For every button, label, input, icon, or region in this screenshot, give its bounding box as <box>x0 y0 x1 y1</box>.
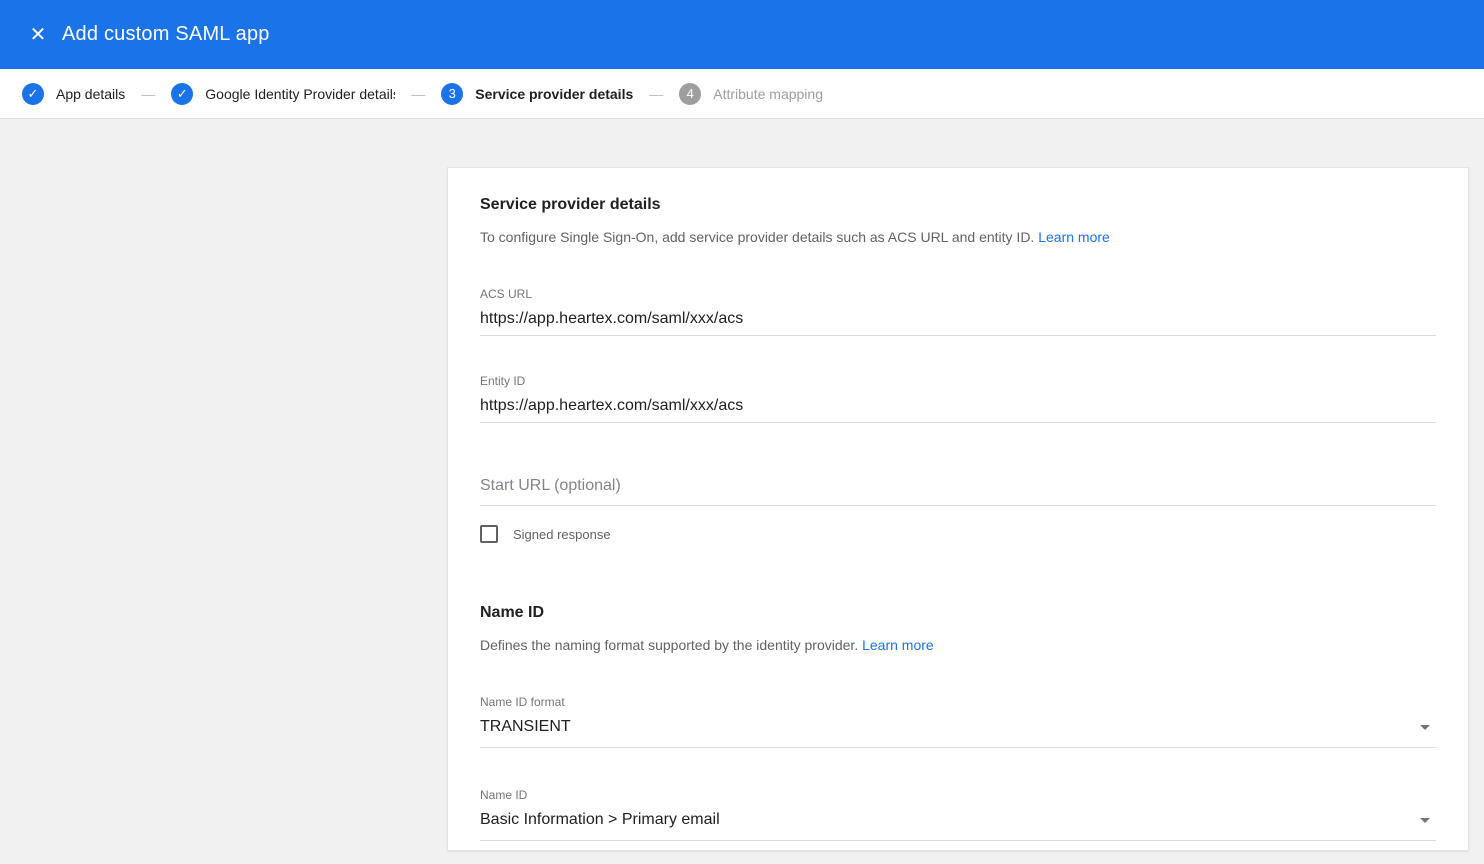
step-4-label: Attribute mapping <box>713 86 823 102</box>
content-area: Service provider details To configure Si… <box>0 119 1484 864</box>
check-icon: ✓ <box>177 87 188 100</box>
step-separator: — <box>141 86 155 102</box>
step-separator: — <box>649 86 663 102</box>
learn-more-link[interactable]: Learn more <box>1038 229 1110 245</box>
acs-url-label: ACS URL <box>480 287 1436 301</box>
add-custom-saml-app-dialog: ✕ Add custom SAML app ✓ App details — ✓ … <box>0 0 1484 864</box>
acs-url-input[interactable] <box>480 301 1436 336</box>
name-id-select[interactable]: Name ID Basic Information > Primary emai… <box>480 788 1436 841</box>
signed-response-row[interactable]: Signed response <box>480 525 1436 543</box>
card-title: Service provider details <box>480 195 1436 215</box>
step-1-completed-circle: ✓ <box>22 83 44 105</box>
name-id-label: Name ID <box>480 788 1436 802</box>
signed-response-label: Signed response <box>513 527 611 542</box>
name-id-description: Defines the naming format supported by t… <box>480 635 1436 655</box>
stepper: ✓ App details — ✓ Google Identity Provid… <box>0 69 1484 119</box>
step-service-provider-details[interactable]: 3 Service provider details <box>441 83 633 105</box>
signed-response-checkbox[interactable] <box>480 525 498 543</box>
step-3-number: 3 <box>449 87 456 100</box>
card-description-text: To configure Single Sign-On, add service… <box>480 229 1034 245</box>
name-id-value: Basic Information > Primary email <box>480 809 720 831</box>
step-1-label: App details <box>56 86 125 102</box>
name-id-value-row[interactable]: Basic Information > Primary email <box>480 802 1436 841</box>
step-separator: — <box>411 86 425 102</box>
entity-id-field: Entity ID <box>480 374 1436 423</box>
acs-url-field: ACS URL <box>480 287 1436 336</box>
start-url-input[interactable] <box>480 469 1436 506</box>
name-id-format-select[interactable]: Name ID format TRANSIENT <box>480 695 1436 748</box>
start-url-field <box>480 469 1436 506</box>
name-id-format-value: TRANSIENT <box>480 716 571 738</box>
close-button[interactable]: ✕ <box>20 17 56 53</box>
dropdown-arrow-icon <box>1420 725 1430 730</box>
learn-more-link[interactable]: Learn more <box>862 637 934 653</box>
name-id-format-value-row[interactable]: TRANSIENT <box>480 709 1436 748</box>
step-2-label: Google Identity Provider details <box>205 86 395 102</box>
name-id-description-text: Defines the naming format supported by t… <box>480 637 858 653</box>
name-id-section-title: Name ID <box>480 603 1436 623</box>
step-attribute-mapping: 4 Attribute mapping <box>679 83 823 105</box>
close-icon: ✕ <box>30 24 47 46</box>
card-description: To configure Single Sign-On, add service… <box>480 227 1436 247</box>
check-icon: ✓ <box>28 87 39 100</box>
step-3-active-circle: 3 <box>441 83 463 105</box>
dropdown-arrow-icon <box>1420 818 1430 823</box>
entity-id-label: Entity ID <box>480 374 1436 388</box>
step-google-identity-provider-details[interactable]: ✓ Google Identity Provider details <box>171 83 395 105</box>
step-app-details[interactable]: ✓ App details <box>22 83 125 105</box>
name-id-format-label: Name ID format <box>480 695 1436 709</box>
dialog-title: Add custom SAML app <box>62 23 270 46</box>
service-provider-details-card: Service provider details To configure Si… <box>447 167 1469 851</box>
step-4-number: 4 <box>687 87 694 100</box>
entity-id-input[interactable] <box>480 388 1436 423</box>
step-4-upcoming-circle: 4 <box>679 83 701 105</box>
dialog-header: ✕ Add custom SAML app <box>0 0 1484 69</box>
step-3-label: Service provider details <box>475 86 633 102</box>
step-2-completed-circle: ✓ <box>171 83 193 105</box>
